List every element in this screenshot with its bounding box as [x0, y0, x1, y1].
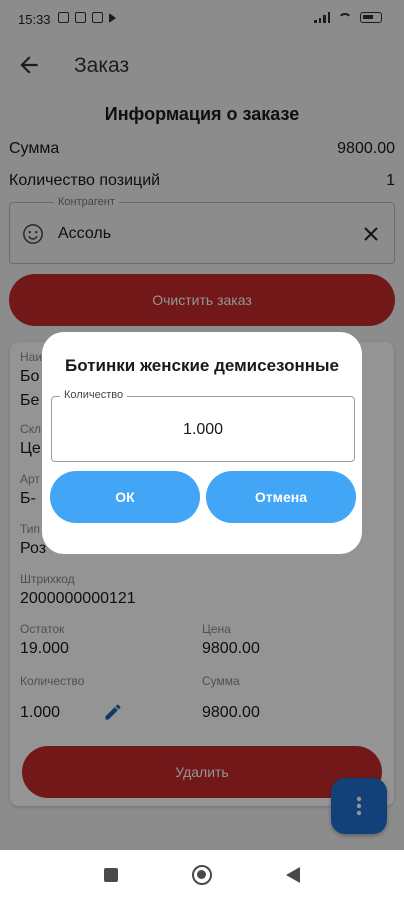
- quantity-input[interactable]: Количество 1.000: [51, 389, 355, 462]
- dialog-title: Ботинки женские демисезонные: [65, 356, 339, 375]
- quantity-dialog: Ботинки женские демисезонные Количество …: [42, 332, 362, 554]
- ok-button[interactable]: ОК: [50, 471, 200, 523]
- system-nav-bar: [0, 850, 404, 900]
- quantity-input-value: 1.000: [182, 421, 224, 438]
- back-triangle-icon[interactable]: [286, 867, 300, 883]
- cancel-button[interactable]: Отмена: [206, 471, 356, 523]
- app-screen: 15:33 Заказ Информация о заказе Сумма 98…: [0, 0, 404, 850]
- quantity-legend: Количество: [60, 389, 128, 401]
- home-icon[interactable]: [192, 865, 212, 885]
- recent-apps-icon[interactable]: [104, 868, 118, 882]
